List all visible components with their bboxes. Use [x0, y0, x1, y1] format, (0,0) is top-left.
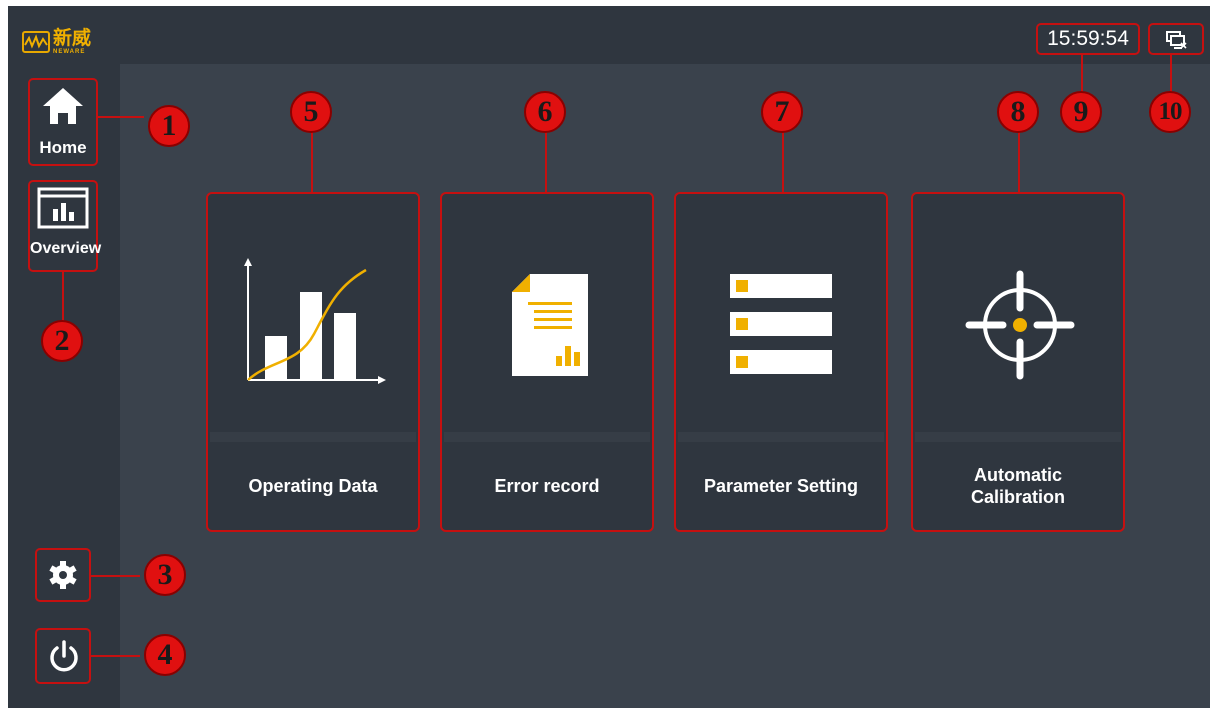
logo-chinese-text: 新威: [53, 27, 92, 49]
card-label: Operating Data: [248, 476, 378, 496]
neware-logo: 新威 NEWARE: [22, 27, 91, 57]
clock-display: 15:59:54: [1036, 23, 1140, 55]
callout-leader: [90, 575, 140, 577]
chart-icon: [244, 258, 386, 384]
bar-chart-window-icon: [37, 187, 89, 229]
power-icon: [50, 640, 78, 672]
callout-number: 2: [41, 320, 83, 362]
sidebar-item-label: Overview: [30, 240, 102, 257]
card-label: Automatic Calibration: [970, 465, 1065, 507]
callout-leader: [1081, 55, 1083, 95]
sidebar-item-home[interactable]: Home: [28, 78, 98, 166]
home-icon: [43, 88, 83, 124]
operating-data-card[interactable]: Operating Data: [206, 192, 420, 532]
sidebar-item-overview[interactable]: Overview: [28, 180, 102, 272]
gear-icon: [49, 561, 77, 589]
logo-wave-glyph: [24, 34, 48, 49]
callout-number: 1: [148, 105, 190, 147]
callout-number: 4: [144, 634, 186, 676]
card-divider: [210, 432, 416, 442]
callout-number: 3: [144, 554, 186, 596]
network-disconnected-icon: [1166, 31, 1187, 49]
crosshair-icon: [965, 270, 1075, 380]
callout-number: 8: [997, 91, 1039, 133]
sidebar-item-label: Home: [39, 138, 87, 157]
callout-leader: [545, 130, 547, 192]
callout-leader: [1170, 55, 1172, 95]
parameter-setting-card[interactable]: Parameter Setting: [674, 192, 888, 532]
logo-wave-icon: [22, 31, 50, 53]
power-button[interactable]: [35, 628, 91, 684]
callout-number: 9: [1060, 91, 1102, 133]
callout-leader: [311, 130, 313, 192]
card-label: Error record: [494, 476, 600, 496]
logo-text: 新威 NEWARE: [53, 27, 92, 56]
callout-leader: [90, 655, 140, 657]
error-record-card[interactable]: Error record: [440, 192, 654, 532]
document-report-icon: [512, 274, 588, 376]
settings-list-icon: [730, 274, 832, 374]
callout-leader: [782, 130, 784, 192]
callout-number: 10: [1149, 91, 1191, 133]
callout-leader: [1018, 130, 1020, 192]
top-bar: [8, 6, 1210, 64]
callout-leader: [62, 272, 64, 322]
card-divider: [444, 432, 650, 442]
network-status-button[interactable]: [1148, 23, 1204, 55]
callout-number: 6: [524, 91, 566, 133]
callout-number: 7: [761, 91, 803, 133]
settings-button[interactable]: [35, 548, 91, 602]
card-divider: [915, 432, 1121, 442]
callout-leader: [98, 116, 144, 118]
card-label: Parameter Setting: [703, 476, 859, 496]
logo-english-text: NEWARE: [53, 49, 86, 55]
card-divider: [678, 432, 884, 442]
automatic-calibration-card[interactable]: Automatic Calibration: [911, 192, 1125, 532]
callout-number: 5: [290, 91, 332, 133]
